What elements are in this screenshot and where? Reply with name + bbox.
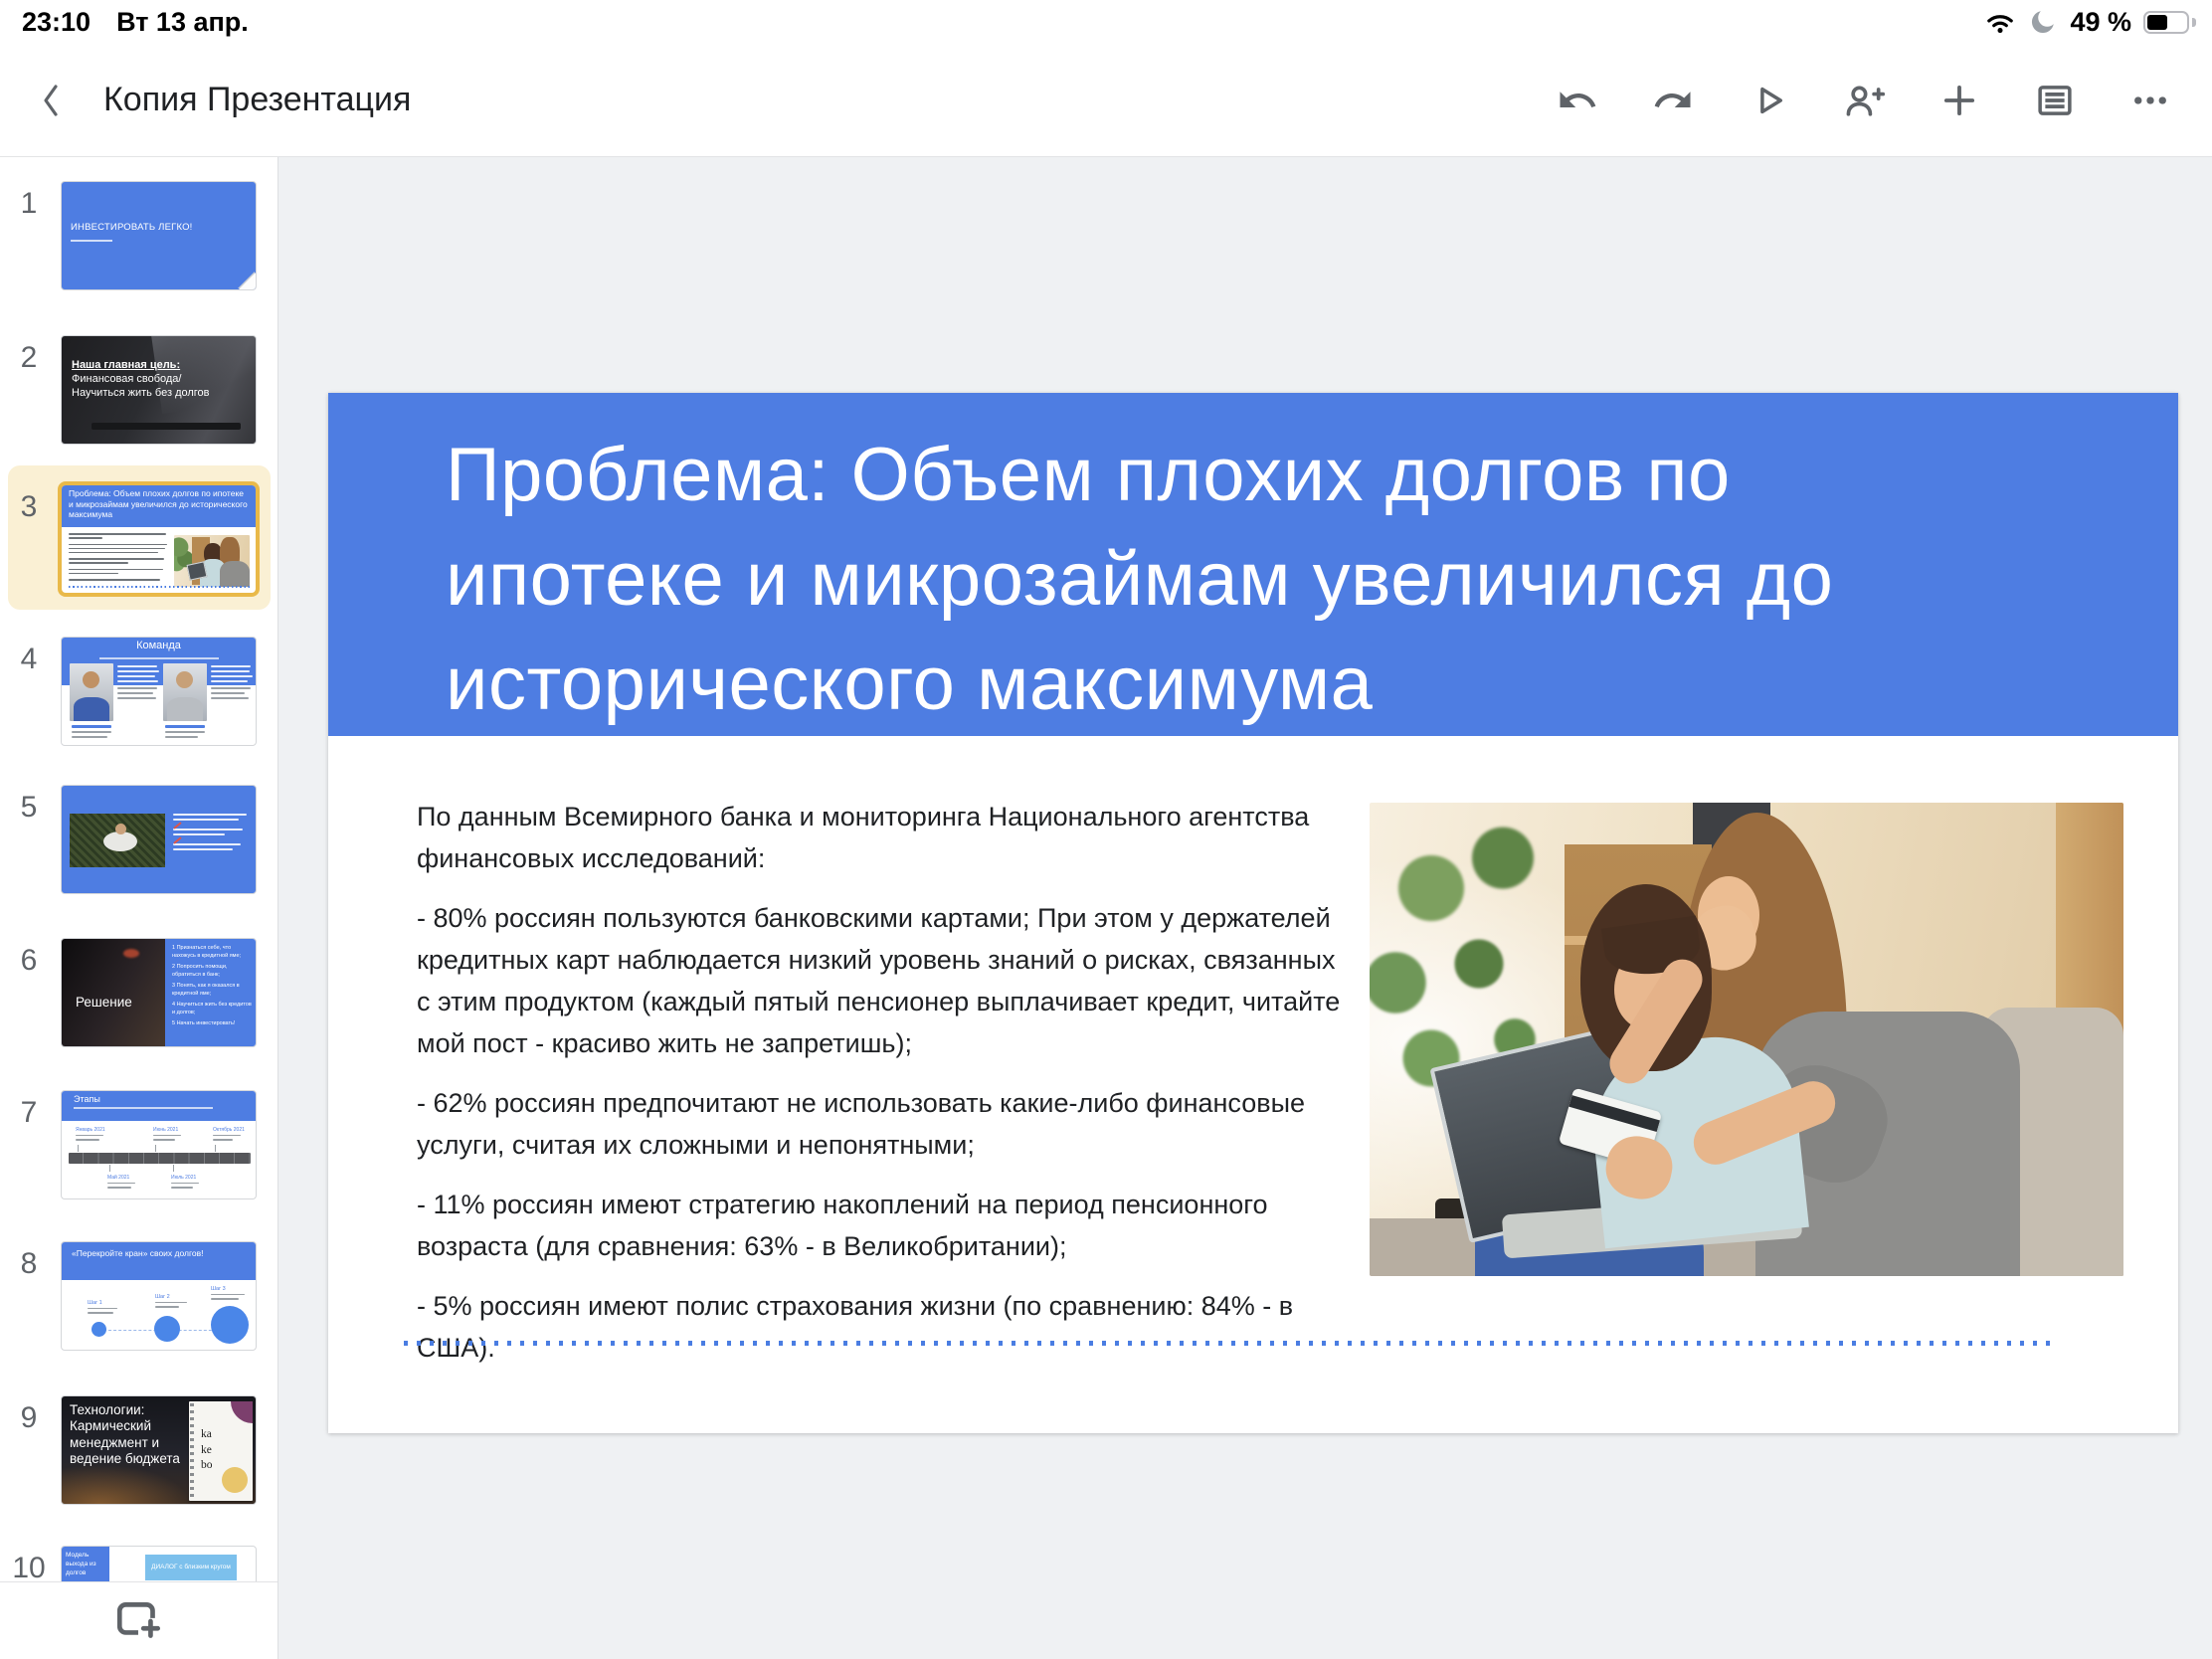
slide-thumbnail-5[interactable] (61, 785, 257, 894)
slide-title-block[interactable]: Проблема: Объем плохих долгов по ипотеке… (328, 393, 2178, 736)
page-curl-icon (239, 273, 256, 289)
slide-thumbnail-8[interactable]: «Перекройте кран» своих долгов! Шаг 1 Ша… (61, 1241, 257, 1351)
slide-thumbnail-7[interactable]: Этапы Январь 2021 Июнь 2021 Октябрь 2021 (61, 1090, 257, 1199)
thumb1-title: ИНВЕСТИРОВАТЬ ЛЕГКО! (71, 222, 193, 233)
slide-number: 3 (10, 490, 48, 524)
thumb5-photo (70, 814, 165, 867)
slide-thumbnail-3-selected[interactable]: Проблема: Объем плохих долгов по ипотеке… (61, 484, 257, 594)
thumb3-title: Проблема: Объем плохих долгов по ипотеке… (62, 485, 256, 527)
slide-number: 8 (10, 1247, 48, 1281)
slide-title-line: исторического максимума (446, 632, 2178, 736)
undo-button[interactable] (1556, 79, 1599, 122)
wifi-icon (1984, 6, 2016, 38)
slide-body-text[interactable]: По данным Всемирного банка и мониторинга… (417, 796, 1352, 1369)
battery-icon (2143, 11, 2189, 34)
slide-number: 2 (10, 341, 48, 375)
slide-number: 4 (10, 643, 48, 676)
slide-thumbnail-10[interactable]: Модель выхода из долгов ДИАЛОГ с близким… (61, 1546, 257, 1581)
body-paragraph: - 62% россиян предпочитают не использова… (417, 1082, 1352, 1166)
slide-number: 7 (10, 1096, 48, 1130)
slide-number: 1 (10, 187, 48, 221)
slide-thumbnail-9[interactable]: Технологии: Кармический менеджмент и вед… (61, 1395, 257, 1505)
thumb3-photo (174, 535, 250, 587)
present-button[interactable] (1747, 79, 1790, 122)
thumb10-box1: Модель выхода из долгов (62, 1547, 109, 1581)
body-paragraph: - 80% россиян пользуются банковскими кар… (417, 897, 1352, 1064)
slide-thumbnail-2[interactable]: Наша главная цель: Финансовая свобода/ Н… (61, 335, 257, 445)
slide-title-line: Проблема: Объем плохих долгов по (446, 423, 2178, 527)
battery-percent: 49 % (2070, 7, 2131, 38)
slide-number: 9 (10, 1401, 48, 1435)
filmstrip-bottom-bar (0, 1581, 277, 1659)
insert-plus-button[interactable] (1937, 79, 1981, 122)
thumb4-title: Команда (62, 640, 256, 651)
status-bar: 23:10 Вт 13 апр. 49 % (0, 0, 2212, 44)
slide-number: 6 (10, 944, 48, 978)
body-paragraph: По данным Всемирного банка и мониторинга… (417, 796, 1352, 879)
current-slide[interactable]: Проблема: Объем плохих долгов по ипотеке… (328, 393, 2178, 1433)
thumb2-heading: Наша главная цель: (72, 359, 180, 371)
body-paragraph: - 5% россиян имеют полис страхования жиз… (417, 1285, 1352, 1369)
redo-button[interactable] (1651, 79, 1695, 122)
slide-filmstrip: 1 ИНВЕСТИРОВАТЬ ЛЕГКО! 2 Наша главная це… (0, 157, 278, 1659)
slide-number: 10 (10, 1552, 48, 1581)
slide-thumbnail-4[interactable]: Команда (61, 637, 257, 746)
comments-button[interactable] (2033, 79, 2077, 122)
slide-thumbnail-6[interactable]: Решение 1 Признаться себе, что нахожусь … (61, 938, 257, 1047)
slide-thumbnail-1[interactable]: ИНВЕСТИРОВАТЬ ЛЕГКО! (61, 181, 257, 290)
slide-title-line: ипотеке и микрозаймам увеличился до (446, 527, 2178, 632)
share-add-person-button[interactable] (1842, 79, 1886, 122)
thumb6-photo (62, 939, 165, 1047)
date: Вт 13 апр. (116, 7, 249, 38)
thumb8-title: «Перекройте кран» своих долгов! (62, 1242, 256, 1280)
editor-canvas: Проблема: Объем плохих долгов по ипотеке… (278, 157, 2212, 1659)
clock: 23:10 (22, 7, 91, 38)
thumb7-title: Этапы (74, 1094, 256, 1104)
back-button[interactable] (16, 66, 86, 135)
slide-photo-two-women-credit-card[interactable] (1370, 803, 2123, 1276)
document-title: Копия Презентация (103, 81, 1556, 119)
dotted-divider (404, 1341, 2050, 1346)
thumbnail-list: 1 ИНВЕСТИРОВАТЬ ЛЕГКО! 2 Наша главная це… (0, 157, 277, 1581)
do-not-disturb-moon-icon (2028, 7, 2058, 37)
thumb9-title: Технологии: Кармический менеджмент и вед… (70, 1402, 187, 1468)
thumb6-label: Решение (76, 995, 132, 1010)
thumb9-kakebo-book: ka ke bo (189, 1401, 253, 1501)
thumb10-box2: ДИАЛОГ с близким кругом (145, 1555, 237, 1580)
overflow-menu-button[interactable] (2128, 79, 2172, 122)
app-toolbar: Копия Презентация (0, 44, 2212, 157)
add-slide-button[interactable] (109, 1591, 169, 1651)
thumb7-timeline-bar (69, 1153, 251, 1164)
thumb2-body: Финансовая свобода/ Научиться жить без д… (72, 373, 210, 399)
body-paragraph: - 11% россиян имеют стратегию накоплений… (417, 1184, 1352, 1267)
slide-number: 5 (10, 791, 48, 825)
